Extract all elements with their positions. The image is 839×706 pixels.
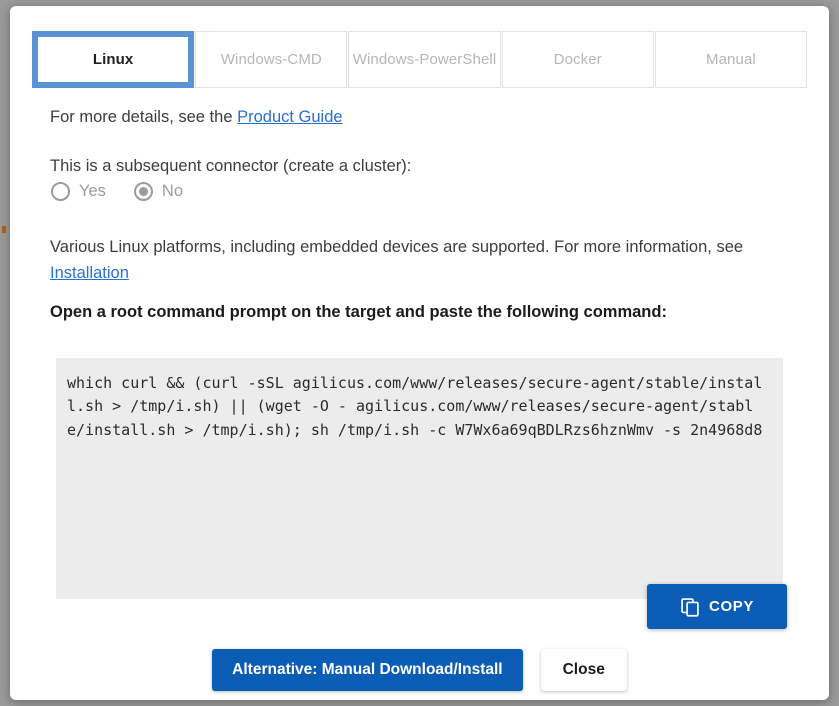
radio-no-label: No: [162, 182, 183, 201]
copy-icon: [680, 597, 700, 617]
radio-yes-label: Yes: [79, 182, 106, 201]
tab-linux[interactable]: Linux: [32, 31, 194, 88]
copy-button[interactable]: COPY: [647, 584, 787, 629]
tab-manual-label: Manual: [706, 51, 756, 68]
product-guide-line: For more details, see the Product Guide: [50, 108, 343, 127]
tab-windows-powershell[interactable]: Windows-PowerShell: [348, 31, 500, 88]
install-command-code-block[interactable]: which curl && (curl -sSL agilicus.com/ww…: [56, 358, 783, 599]
tab-linux-label: Linux: [93, 51, 134, 68]
tab-windows-cmd-label: Windows-CMD: [221, 51, 322, 68]
tab-linux-inner: Linux: [38, 37, 188, 82]
radio-yes-icon: [51, 182, 70, 201]
tab-windows-cmd[interactable]: Windows-CMD: [195, 31, 347, 88]
radio-option-yes[interactable]: Yes: [51, 182, 106, 201]
subsequent-connector-radio-group: Yes No: [51, 182, 211, 201]
radio-option-no[interactable]: No: [134, 182, 183, 201]
dialog-footer: Alternative: Manual Download/Install Clo…: [10, 649, 829, 691]
install-connector-dialog: Linux Windows-CMD Windows-PowerShell Doc…: [10, 6, 829, 700]
platform-support-note: Various Linux platforms, including embed…: [50, 234, 810, 286]
tab-windows-powershell-label: Windows-PowerShell: [353, 51, 497, 68]
product-guide-link[interactable]: Product Guide: [237, 108, 342, 126]
product-guide-text: For more details, see the: [50, 108, 237, 126]
command-prompt-heading: Open a root command prompt on the target…: [50, 303, 667, 322]
tab-docker[interactable]: Docker: [502, 31, 654, 88]
tab-docker-label: Docker: [554, 51, 602, 68]
alternative-manual-download-button[interactable]: Alternative: Manual Download/Install: [212, 649, 522, 691]
tab-manual[interactable]: Manual: [655, 31, 807, 88]
copy-button-label: COPY: [709, 598, 754, 615]
subsequent-connector-label: This is a subsequent connector (create a…: [50, 157, 411, 176]
installation-link[interactable]: Installation: [50, 264, 129, 282]
platform-tab-bar: Linux Windows-CMD Windows-PowerShell Doc…: [32, 31, 807, 88]
close-button[interactable]: Close: [541, 649, 627, 691]
radio-no-icon: [134, 182, 153, 201]
edge-artifact: [2, 226, 6, 233]
platform-support-text: Various Linux platforms, including embed…: [50, 238, 743, 256]
